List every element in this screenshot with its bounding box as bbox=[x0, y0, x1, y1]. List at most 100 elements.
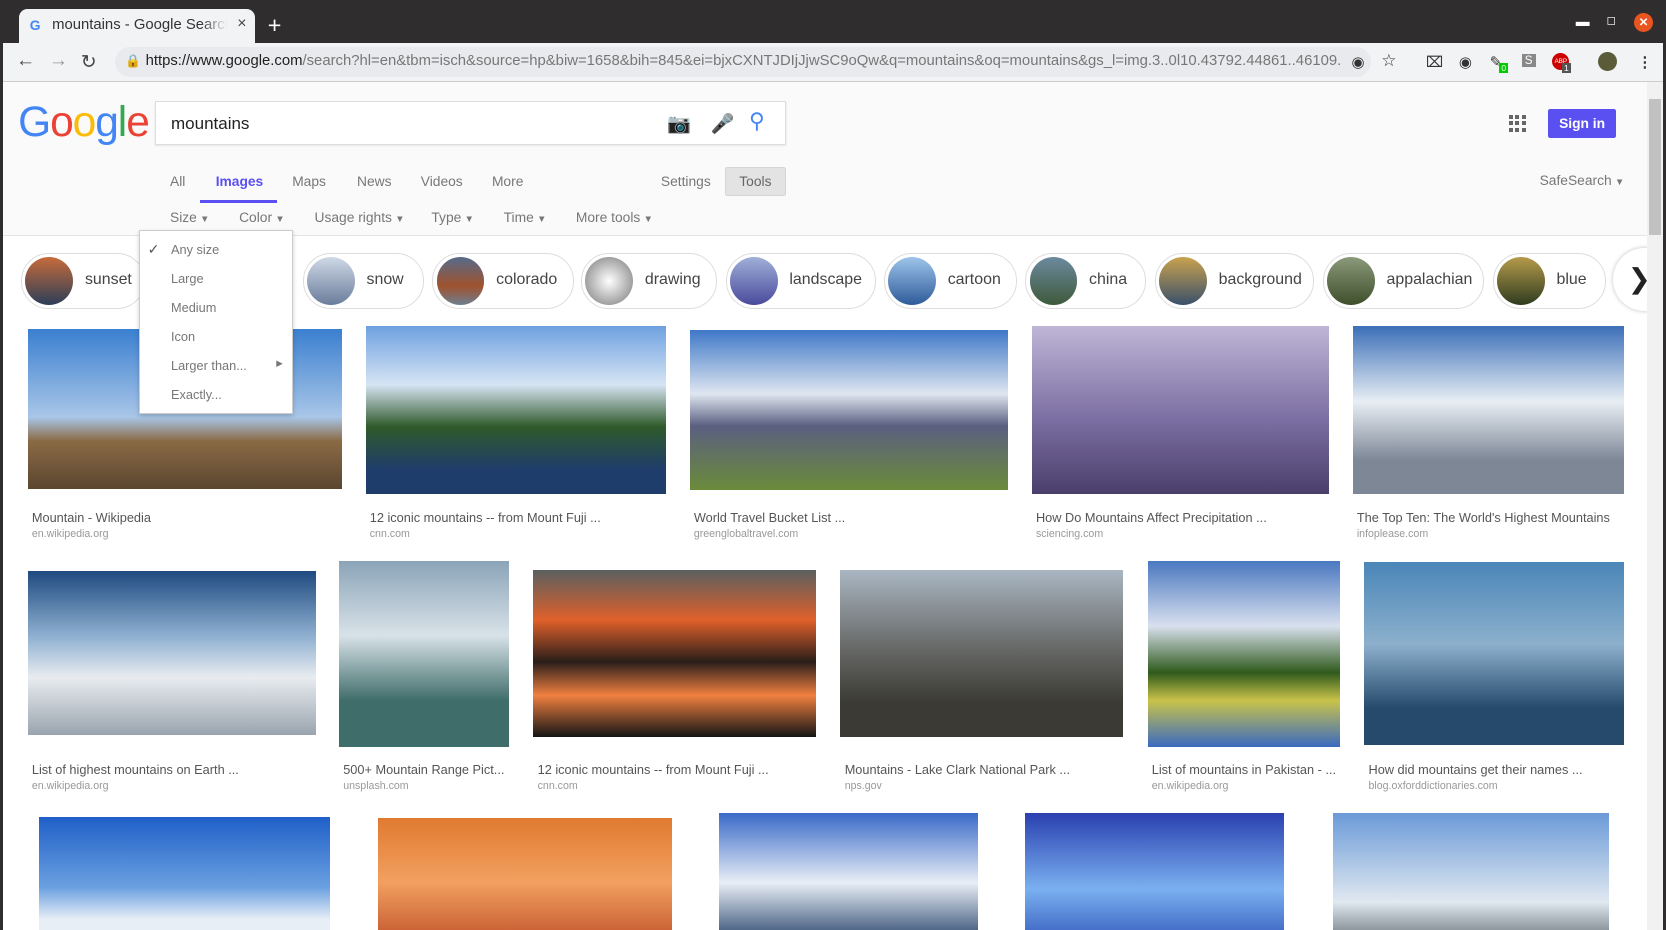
tab-maps[interactable]: Maps bbox=[292, 173, 326, 189]
adblock-icon[interactable]: ABP 1 bbox=[1552, 53, 1571, 74]
result-image[interactable] bbox=[1333, 812, 1609, 930]
extension-foot-icon[interactable]: ◉ bbox=[1459, 53, 1472, 71]
cookie-blocked-icon[interactable]: ◉ bbox=[1352, 53, 1365, 71]
back-icon[interactable]: ← bbox=[16, 50, 35, 72]
result-source[interactable]: unsplash.com bbox=[343, 780, 408, 792]
minimize-icon[interactable]: ▬ bbox=[1576, 13, 1590, 29]
result-title[interactable]: 500+ Mountain Range Pict... bbox=[343, 762, 504, 777]
size-medium[interactable]: Medium bbox=[171, 300, 216, 315]
result-title[interactable]: 12 iconic mountains -- from Mount Fuji .… bbox=[538, 762, 769, 777]
chip-snow[interactable]: snow bbox=[302, 252, 424, 310]
chip-landscape[interactable]: landscape bbox=[725, 252, 877, 310]
camera-icon[interactable]: 📷 bbox=[667, 112, 691, 136]
settings-link[interactable]: Settings bbox=[661, 173, 711, 189]
bookmark-star-icon[interactable]: ☆ bbox=[1381, 51, 1396, 71]
result-image[interactable] bbox=[338, 561, 509, 747]
result-source[interactable]: en.wikipedia.org bbox=[32, 780, 109, 792]
extension-pen-icon[interactable]: ✎ 0 bbox=[1490, 53, 1509, 73]
tab-videos[interactable]: Videos bbox=[421, 173, 463, 189]
tab-news[interactable]: News bbox=[357, 173, 392, 189]
result-title[interactable]: The Top Ten: The World's Highest Mountai… bbox=[1357, 510, 1610, 525]
extension-x-icon[interactable]: ⌧ bbox=[1426, 53, 1443, 71]
result-source[interactable]: cnn.com bbox=[370, 528, 410, 540]
chip-blue[interactable]: blue bbox=[1492, 252, 1607, 310]
tab-more[interactable]: More bbox=[492, 173, 523, 189]
result-source[interactable]: greenglobaltravel.com bbox=[694, 528, 798, 540]
result-source[interactable]: infoplease.com bbox=[1357, 528, 1428, 540]
result-source[interactable]: en.wikipedia.org bbox=[32, 528, 109, 540]
result-image[interactable] bbox=[365, 326, 667, 495]
menu-kebab-icon[interactable]: ⋮ bbox=[1637, 53, 1652, 71]
close-tab-icon[interactable]: × bbox=[237, 15, 246, 33]
size-large[interactable]: Large bbox=[171, 271, 204, 286]
result-title[interactable]: List of mountains in Pakistan - ... bbox=[1152, 762, 1336, 777]
result-image[interactable] bbox=[378, 818, 672, 930]
result-image[interactable] bbox=[1352, 326, 1624, 495]
page: Google mountains 📷 🎤 ⚲ Sign in All Image… bbox=[3, 81, 1663, 930]
size-larger-than[interactable]: Larger than... bbox=[171, 358, 247, 373]
result-image[interactable] bbox=[689, 330, 1009, 490]
safesearch-dropdown[interactable]: SafeSearch ▼ bbox=[1540, 172, 1625, 188]
search-box[interactable]: mountains 📷 🎤 ⚲ bbox=[155, 100, 787, 146]
tab-all[interactable]: All bbox=[170, 173, 185, 189]
scrollbar-thumb[interactable] bbox=[1649, 98, 1661, 235]
result-image[interactable] bbox=[840, 569, 1124, 738]
caret-down-icon: ▼ bbox=[275, 214, 285, 226]
result-image[interactable] bbox=[1147, 561, 1340, 747]
chip-label: cartoon bbox=[947, 270, 1001, 288]
result-image[interactable] bbox=[533, 569, 816, 738]
result-image[interactable] bbox=[719, 812, 978, 930]
tool-usage-rights[interactable]: Usage rights ▼ bbox=[315, 209, 405, 225]
result-image[interactable] bbox=[39, 817, 331, 930]
sign-in-button[interactable]: Sign in bbox=[1548, 109, 1617, 139]
reload-icon[interactable]: ↻ bbox=[81, 50, 97, 74]
size-exactly[interactable]: Exactly... bbox=[171, 387, 222, 402]
tool-type[interactable]: Type ▼ bbox=[431, 209, 474, 225]
size-any[interactable]: Any size bbox=[171, 242, 219, 257]
tool-more-tools[interactable]: More tools ▼ bbox=[576, 209, 653, 225]
address-bar[interactable]: 🔒 https://www.google.com/search?hl=en&tb… bbox=[114, 46, 1371, 77]
tool-color[interactable]: Color ▼ bbox=[239, 209, 285, 225]
result-title[interactable]: List of highest mountains on Earth ... bbox=[32, 762, 239, 777]
result-source[interactable]: blog.oxforddictionaries.com bbox=[1369, 780, 1498, 792]
maximize-icon[interactable]: ◻ bbox=[1607, 13, 1617, 27]
result-image[interactable] bbox=[1025, 812, 1284, 930]
tool-size[interactable]: Size ▼ bbox=[170, 209, 209, 225]
result-source[interactable]: en.wikipedia.org bbox=[1152, 780, 1229, 792]
chip-background[interactable]: background bbox=[1154, 252, 1315, 310]
tab-images[interactable]: Images bbox=[216, 173, 264, 189]
result-image[interactable] bbox=[1364, 562, 1624, 745]
result-source[interactable]: nps.gov bbox=[845, 780, 882, 792]
result-image[interactable] bbox=[1031, 326, 1330, 495]
chip-colorado[interactable]: colorado bbox=[432, 252, 574, 310]
tool-time[interactable]: Time ▼ bbox=[504, 209, 547, 225]
microphone-icon[interactable]: 🎤 bbox=[711, 112, 735, 136]
result-title[interactable]: 12 iconic mountains -- from Mount Fuji .… bbox=[370, 510, 601, 525]
result-title[interactable]: Mountain - Wikipedia bbox=[32, 510, 151, 525]
new-tab-button[interactable]: + bbox=[268, 12, 282, 39]
chip-cartoon[interactable]: cartoon bbox=[884, 252, 1017, 310]
tools-button[interactable]: Tools bbox=[724, 166, 787, 197]
browser-tab[interactable]: G mountains - Google Search × bbox=[19, 8, 255, 43]
result-title[interactable]: World Travel Bucket List ... bbox=[694, 510, 845, 525]
close-window-icon[interactable]: ✕ bbox=[1634, 12, 1654, 32]
result-title[interactable]: How Do Mountains Affect Precipitation ..… bbox=[1036, 510, 1267, 525]
result-title[interactable]: How did mountains get their names ... bbox=[1369, 762, 1583, 777]
extension-s-icon[interactable]: S bbox=[1521, 54, 1536, 68]
search-icon[interactable]: ⚲ bbox=[749, 109, 765, 134]
result-source[interactable]: sciencing.com bbox=[1036, 528, 1103, 540]
result-title[interactable]: Mountains - Lake Clark National Park ... bbox=[845, 762, 1070, 777]
chip-drawing[interactable]: drawing bbox=[581, 252, 718, 310]
result-source[interactable]: cnn.com bbox=[538, 780, 578, 792]
chip-sunset[interactable]: sunset bbox=[21, 252, 146, 310]
google-logo[interactable]: Google bbox=[18, 99, 150, 147]
search-input[interactable]: mountains bbox=[171, 114, 249, 134]
chip-appalachian[interactable]: appalachian bbox=[1322, 252, 1485, 310]
apps-grid-icon[interactable] bbox=[1508, 114, 1526, 132]
size-icon[interactable]: Icon bbox=[171, 329, 195, 344]
caret-down-icon: ▼ bbox=[1614, 177, 1625, 189]
result-image[interactable] bbox=[27, 570, 316, 736]
chip-china[interactable]: china bbox=[1025, 252, 1147, 310]
forward-icon[interactable]: → bbox=[49, 50, 68, 72]
submenu-arrow-icon: ▶ bbox=[276, 358, 283, 368]
